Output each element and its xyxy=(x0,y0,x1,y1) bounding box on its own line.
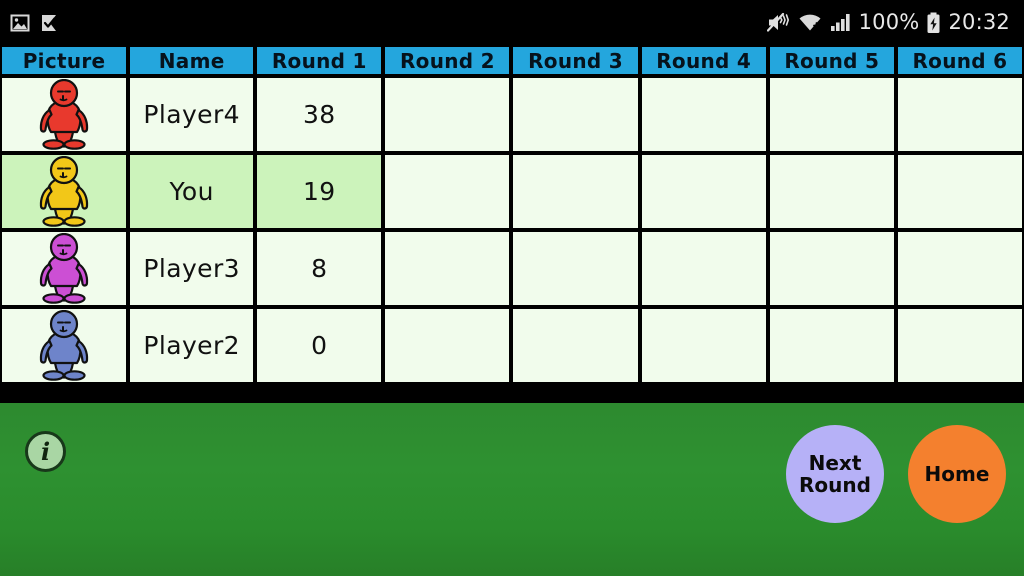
score-cell-round-5[interactable] xyxy=(767,153,896,230)
battery-percent-label: 100% xyxy=(858,10,920,34)
score-cell-round-6[interactable] xyxy=(895,76,1024,153)
score-cell-round-6[interactable] xyxy=(895,307,1024,384)
player-name-cell: Player2 xyxy=(128,307,256,384)
score-cell-round-3[interactable] xyxy=(511,76,640,153)
score-cell-round-1[interactable]: 8 xyxy=(255,230,384,307)
table-row[interactable]: You 19 xyxy=(0,153,1024,230)
check-flag-notification-icon xyxy=(42,14,56,31)
status-bar-left-icons xyxy=(10,13,59,33)
table-row[interactable]: Player3 8 xyxy=(0,230,1024,307)
table-body: Player4 38 You 19 Player3 8 Player2 0 xyxy=(0,76,1024,384)
column-header-round-2: Round 2 xyxy=(383,45,512,76)
player-avatar-blue xyxy=(39,309,89,381)
player-avatar-purple xyxy=(39,232,89,304)
home-label: Home xyxy=(924,461,990,486)
score-cell-round-5[interactable] xyxy=(767,307,896,384)
player-avatar-red xyxy=(39,78,89,150)
score-cell-round-2[interactable] xyxy=(383,307,512,384)
player-picture-cell xyxy=(0,76,129,153)
status-bar: 100% 20:32 xyxy=(0,0,1024,45)
score-cell-round-3[interactable] xyxy=(511,307,640,384)
column-header-round-4: Round 4 xyxy=(639,45,768,76)
score-cell-round-4[interactable] xyxy=(639,307,768,384)
scoreboard-screen: 100% 20:32 Picture Name Round 1 Round 2 … xyxy=(0,0,1024,576)
column-header-name: Name xyxy=(128,45,256,76)
player-name-cell: Player4 xyxy=(128,76,256,153)
score-cell-round-1[interactable]: 0 xyxy=(255,307,384,384)
score-cell-round-2[interactable] xyxy=(383,153,512,230)
score-cell-round-5[interactable] xyxy=(767,230,896,307)
volume-mute-icon xyxy=(766,12,789,32)
battery-charging-icon xyxy=(927,12,940,33)
score-cell-round-4[interactable] xyxy=(639,230,768,307)
next-round-label-line1: Next xyxy=(808,450,862,475)
info-button[interactable]: i xyxy=(25,431,66,472)
player-name-cell: Player3 xyxy=(128,230,256,307)
table-header-row: Picture Name Round 1 Round 2 Round 3 Rou… xyxy=(0,45,1024,76)
home-button[interactable]: Home xyxy=(908,425,1006,523)
next-round-label-line2: Round xyxy=(799,473,871,497)
score-cell-round-4[interactable] xyxy=(639,153,768,230)
status-bar-right-icons: 100% 20:32 xyxy=(766,10,1010,34)
column-header-round-5: Round 5 xyxy=(767,45,896,76)
wifi-icon xyxy=(799,14,821,31)
score-cell-round-2[interactable] xyxy=(383,230,512,307)
score-cell-round-3[interactable] xyxy=(511,230,640,307)
player-name-cell: You xyxy=(128,153,256,230)
column-header-round-6: Round 6 xyxy=(895,45,1024,76)
scoreboard-table-wrapper: Picture Name Round 1 Round 2 Round 3 Rou… xyxy=(0,45,1024,403)
player-picture-cell xyxy=(0,153,129,230)
score-cell-round-3[interactable] xyxy=(511,153,640,230)
next-round-button[interactable]: Next Round xyxy=(786,425,884,523)
score-cell-round-6[interactable] xyxy=(895,153,1024,230)
score-cell-round-4[interactable] xyxy=(639,76,768,153)
info-icon: i xyxy=(40,436,51,466)
clock-label: 20:32 xyxy=(948,10,1010,34)
score-cell-round-5[interactable] xyxy=(767,76,896,153)
column-header-picture: Picture xyxy=(0,45,129,76)
score-cell-round-1[interactable]: 38 xyxy=(255,76,384,153)
column-header-round-1: Round 1 xyxy=(255,45,384,76)
player-picture-cell xyxy=(0,230,129,307)
player-picture-cell xyxy=(0,307,129,384)
score-cell-round-1[interactable]: 19 xyxy=(255,153,384,230)
table-row[interactable]: Player4 38 xyxy=(0,76,1024,153)
column-header-round-3: Round 3 xyxy=(511,45,640,76)
score-cell-round-6[interactable] xyxy=(895,230,1024,307)
scoreboard-table: Picture Name Round 1 Round 2 Round 3 Rou… xyxy=(0,45,1024,384)
cellular-signal-icon xyxy=(830,14,850,31)
player-avatar-yellow xyxy=(39,155,89,227)
image-notification-icon xyxy=(10,14,30,31)
table-row[interactable]: Player2 0 xyxy=(0,307,1024,384)
score-cell-round-2[interactable] xyxy=(383,76,512,153)
